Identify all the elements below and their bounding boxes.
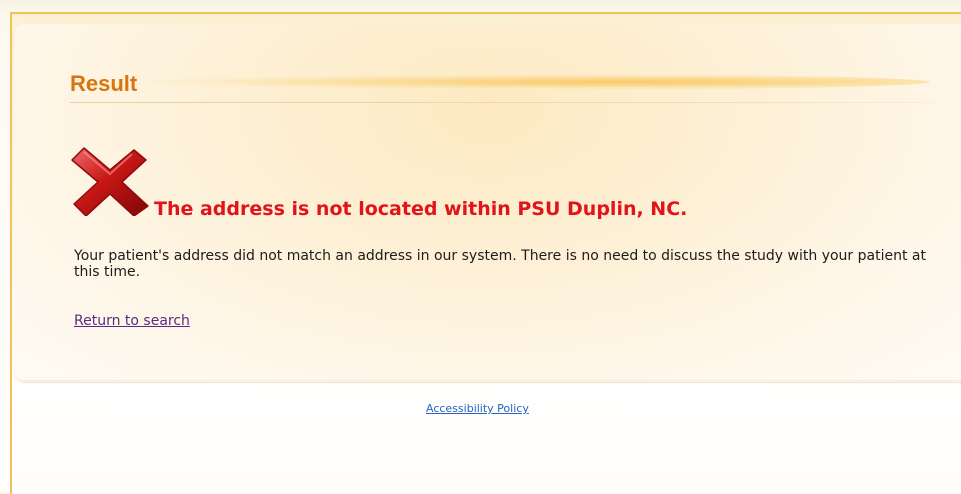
- result-message: Your patient's address did not match an …: [74, 248, 926, 280]
- result-heading: Result: [70, 71, 138, 96]
- heading-glow: [150, 74, 930, 90]
- return-to-search-link[interactable]: Return to search: [74, 313, 190, 329]
- error-title: The address is not located within PSU Du…: [154, 198, 688, 220]
- accessibility-policy-link[interactable]: Accessibility Policy: [426, 402, 529, 415]
- page-background: Result The address is not located within…: [0, 0, 961, 494]
- error-x-icon: [71, 147, 149, 216]
- heading-divider: [70, 102, 940, 103]
